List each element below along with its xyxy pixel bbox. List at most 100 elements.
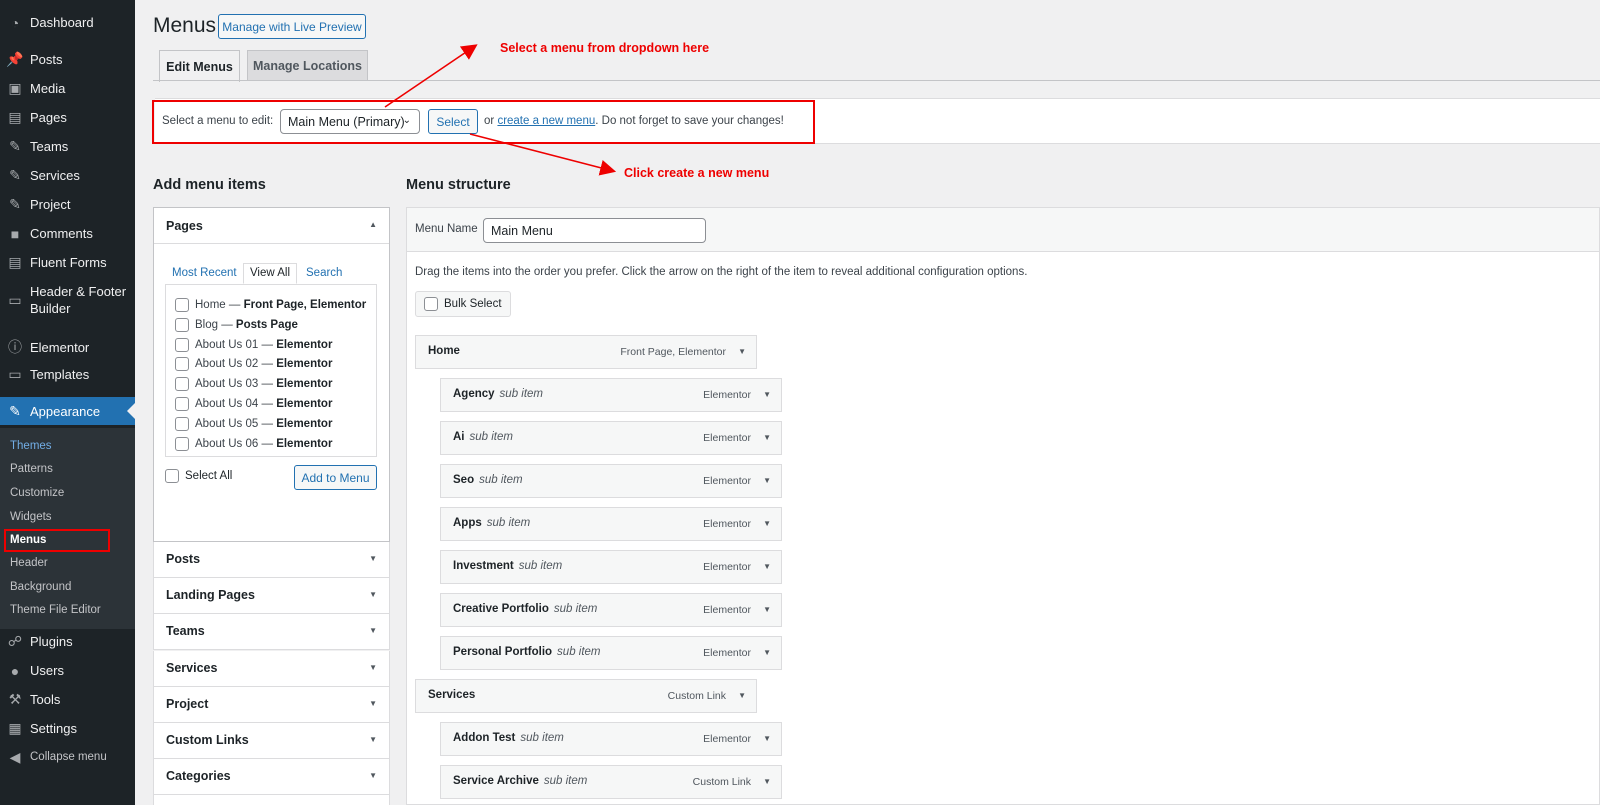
sidebar-item-pages[interactable]: ▤ Pages xyxy=(0,109,135,126)
expand-arrow-icon[interactable]: ▼ xyxy=(369,626,377,635)
sidebar-item-fluent-forms[interactable]: ▤ Fluent Forms xyxy=(0,254,135,271)
page-checkbox[interactable] xyxy=(175,317,189,332)
page-checkbox-item[interactable]: Home — Front Page, Elementor xyxy=(175,298,366,312)
section-custom-links[interactable]: Custom Links ▼ xyxy=(153,723,390,759)
submenu-item-customize[interactable]: Customize xyxy=(10,487,64,499)
expand-arrow-icon[interactable]: ▼ xyxy=(763,777,771,786)
page-checkbox[interactable] xyxy=(175,397,189,411)
menu-item-type: Elementor xyxy=(703,604,751,616)
section-categories[interactable]: Categories ▼ xyxy=(153,759,390,796)
sidebar-item-templates[interactable]: ▭ Templates xyxy=(0,366,135,383)
brush-icon: ✎ xyxy=(9,196,21,212)
expand-arrow-icon[interactable]: ▼ xyxy=(763,562,771,571)
submenu-item-header[interactable]: Header xyxy=(10,557,48,569)
forms-icon: ▤ xyxy=(8,254,22,270)
menu-item-apps[interactable]: Apps sub item Elementor ▼ xyxy=(440,507,782,541)
expand-arrow-icon[interactable]: ▼ xyxy=(369,771,377,780)
expand-arrow-icon[interactable]: ▼ xyxy=(369,699,377,708)
sidebar-item-appearance[interactable]: ✎ Appearance xyxy=(0,397,135,425)
page-checkbox-item[interactable]: About Us 04 — Elementor xyxy=(175,397,332,411)
page-checkbox[interactable] xyxy=(175,416,189,431)
submenu-item-patterns[interactable]: Patterns xyxy=(10,463,53,475)
expand-arrow-icon[interactable]: ▼ xyxy=(763,605,771,614)
menu-item-home[interactable]: Home Front Page, Elementor ▼ xyxy=(415,335,757,369)
subtab-most-recent[interactable]: Most Recent xyxy=(172,267,237,279)
add-to-menu-button[interactable]: Add to Menu xyxy=(294,465,377,490)
sidebar-item-dashboard[interactable]: ◔ Dashboard xyxy=(0,14,135,31)
bulk-select-checkbox[interactable] xyxy=(424,297,438,311)
expand-arrow-icon[interactable]: ▼ xyxy=(369,554,377,563)
menu-item-title: Personal Portfolio sub item xyxy=(453,646,601,658)
sidebar-item-users[interactable]: ● Users xyxy=(0,662,135,679)
submenu-item-background[interactable]: Background xyxy=(10,581,71,593)
sidebar-item-label: Tools xyxy=(30,692,61,707)
expand-arrow-icon[interactable]: ▼ xyxy=(369,735,377,744)
bulk-select[interactable]: Bulk Select xyxy=(415,291,511,317)
menu-item-subtext: sub item xyxy=(557,646,601,658)
submenu-item-widgets[interactable]: Widgets xyxy=(10,511,52,523)
page-checkbox-item[interactable]: About Us 06 — Elementor xyxy=(175,436,333,451)
section-posts[interactable]: Posts ▼ xyxy=(153,542,390,578)
sidebar-item-header-footer-builder[interactable]: ▭ Header & Footer Builder xyxy=(0,283,135,317)
expand-arrow-icon[interactable]: ▼ xyxy=(763,476,771,485)
submenu-item-theme-file-editor[interactable]: Theme File Editor xyxy=(10,604,101,616)
expand-arrow-icon[interactable]: ▼ xyxy=(369,590,377,599)
section-project[interactable]: Project ▼ xyxy=(153,686,390,723)
menu-item-services[interactable]: Services Custom Link ▼ xyxy=(415,679,757,713)
page-item-label: About Us 06 — Elementor xyxy=(195,437,333,450)
sidebar-item-media[interactable]: ▣ Media xyxy=(0,80,135,97)
expand-arrow-icon[interactable]: ▼ xyxy=(738,691,746,700)
page-checkbox[interactable] xyxy=(175,377,189,392)
page-checkbox[interactable] xyxy=(175,337,189,352)
subtab-view-all[interactable]: View All xyxy=(243,263,297,284)
sidebar-item-elementor[interactable]: ⓘ Elementor xyxy=(0,337,135,357)
page-checkbox[interactable] xyxy=(175,298,189,312)
menu-item-addon-test[interactable]: Addon Test sub item Elementor ▼ xyxy=(440,722,782,756)
menu-item-ai[interactable]: Ai sub item Elementor ▼ xyxy=(440,421,782,455)
section-teams[interactable]: Teams ▼ xyxy=(153,614,390,651)
expand-arrow-icon[interactable]: ▼ xyxy=(763,433,771,442)
sidebar-item-project[interactable]: ✎ Project xyxy=(0,196,135,213)
pages-panel-header[interactable]: Pages ▲ xyxy=(154,208,389,244)
section-services[interactable]: Services ▼ xyxy=(153,650,390,687)
subtab-search[interactable]: Search xyxy=(306,267,342,279)
menu-item-agency[interactable]: Agency sub item Elementor ▼ xyxy=(440,378,782,412)
menu-item-personal-portfolio[interactable]: Personal Portfolio sub item Elementor ▼ xyxy=(440,636,782,670)
expand-arrow-icon[interactable]: ▼ xyxy=(763,648,771,657)
expand-arrow-icon[interactable]: ▼ xyxy=(763,390,771,399)
page-checkbox-item[interactable]: About Us 01 — Elementor xyxy=(175,337,332,352)
sidebar-item-services[interactable]: ✎ Services xyxy=(0,167,135,184)
sidebar-item-tools[interactable]: ⚒ Tools xyxy=(0,691,135,708)
sidebar-item-settings[interactable]: ▦ Settings xyxy=(0,720,135,737)
section-landing-pages[interactable]: Landing Pages ▼ xyxy=(153,578,390,615)
submenu-item-themes[interactable]: Themes xyxy=(10,440,52,452)
sidebar-item-posts[interactable]: 📌 Posts xyxy=(0,51,135,68)
pages-panel-title: Pages xyxy=(166,219,203,233)
expand-arrow-icon[interactable]: ▼ xyxy=(763,519,771,528)
menu-item-creative-portfolio[interactable]: Creative Portfolio sub item Elementor ▼ xyxy=(440,593,782,627)
menu-name-input[interactable]: Main Menu xyxy=(483,218,706,243)
page-checkbox-item[interactable]: About Us 02 — Elementor xyxy=(175,357,332,372)
expand-arrow-icon[interactable]: ▼ xyxy=(763,734,771,743)
page-checkbox-item[interactable]: About Us 05 — Elementor xyxy=(175,416,332,431)
expand-arrow-icon[interactable]: ▼ xyxy=(738,347,746,356)
sidebar-item-collapse-menu[interactable]: ◀ Collapse menu xyxy=(0,749,135,766)
page-checkbox[interactable] xyxy=(175,436,189,451)
pages-checklist[interactable]: Home — Front Page, Elementor Blog — Posts… xyxy=(165,284,377,457)
sidebar-item-comments[interactable]: ■ Comments xyxy=(0,225,135,242)
menu-item-seo[interactable]: Seo sub item Elementor ▼ xyxy=(440,464,782,498)
page-checkbox-item[interactable]: Blog — Posts Page xyxy=(175,317,298,332)
media-icon: ▣ xyxy=(8,80,22,96)
select-all-checkbox[interactable] xyxy=(165,469,179,483)
sidebar-item-plugins[interactable]: ☍ Plugins xyxy=(0,633,135,650)
sidebar-item-teams[interactable]: ✎ Teams xyxy=(0,138,135,155)
select-all[interactable]: Select All xyxy=(165,469,232,483)
menu-item-service-archive[interactable]: Service Archive sub item Custom Link ▼ xyxy=(440,765,782,799)
menu-item-subtext: sub item xyxy=(520,732,564,744)
section-tags[interactable]: Tags▼ xyxy=(153,795,390,805)
page-checkbox-item[interactable]: About Us 03 — Elementor xyxy=(175,377,332,392)
expand-arrow-icon[interactable]: ▼ xyxy=(369,663,377,672)
menu-item-subtext: sub item xyxy=(486,517,531,529)
page-checkbox[interactable] xyxy=(175,357,189,372)
menu-item-investment[interactable]: Investment sub item Elementor ▼ xyxy=(440,550,782,584)
